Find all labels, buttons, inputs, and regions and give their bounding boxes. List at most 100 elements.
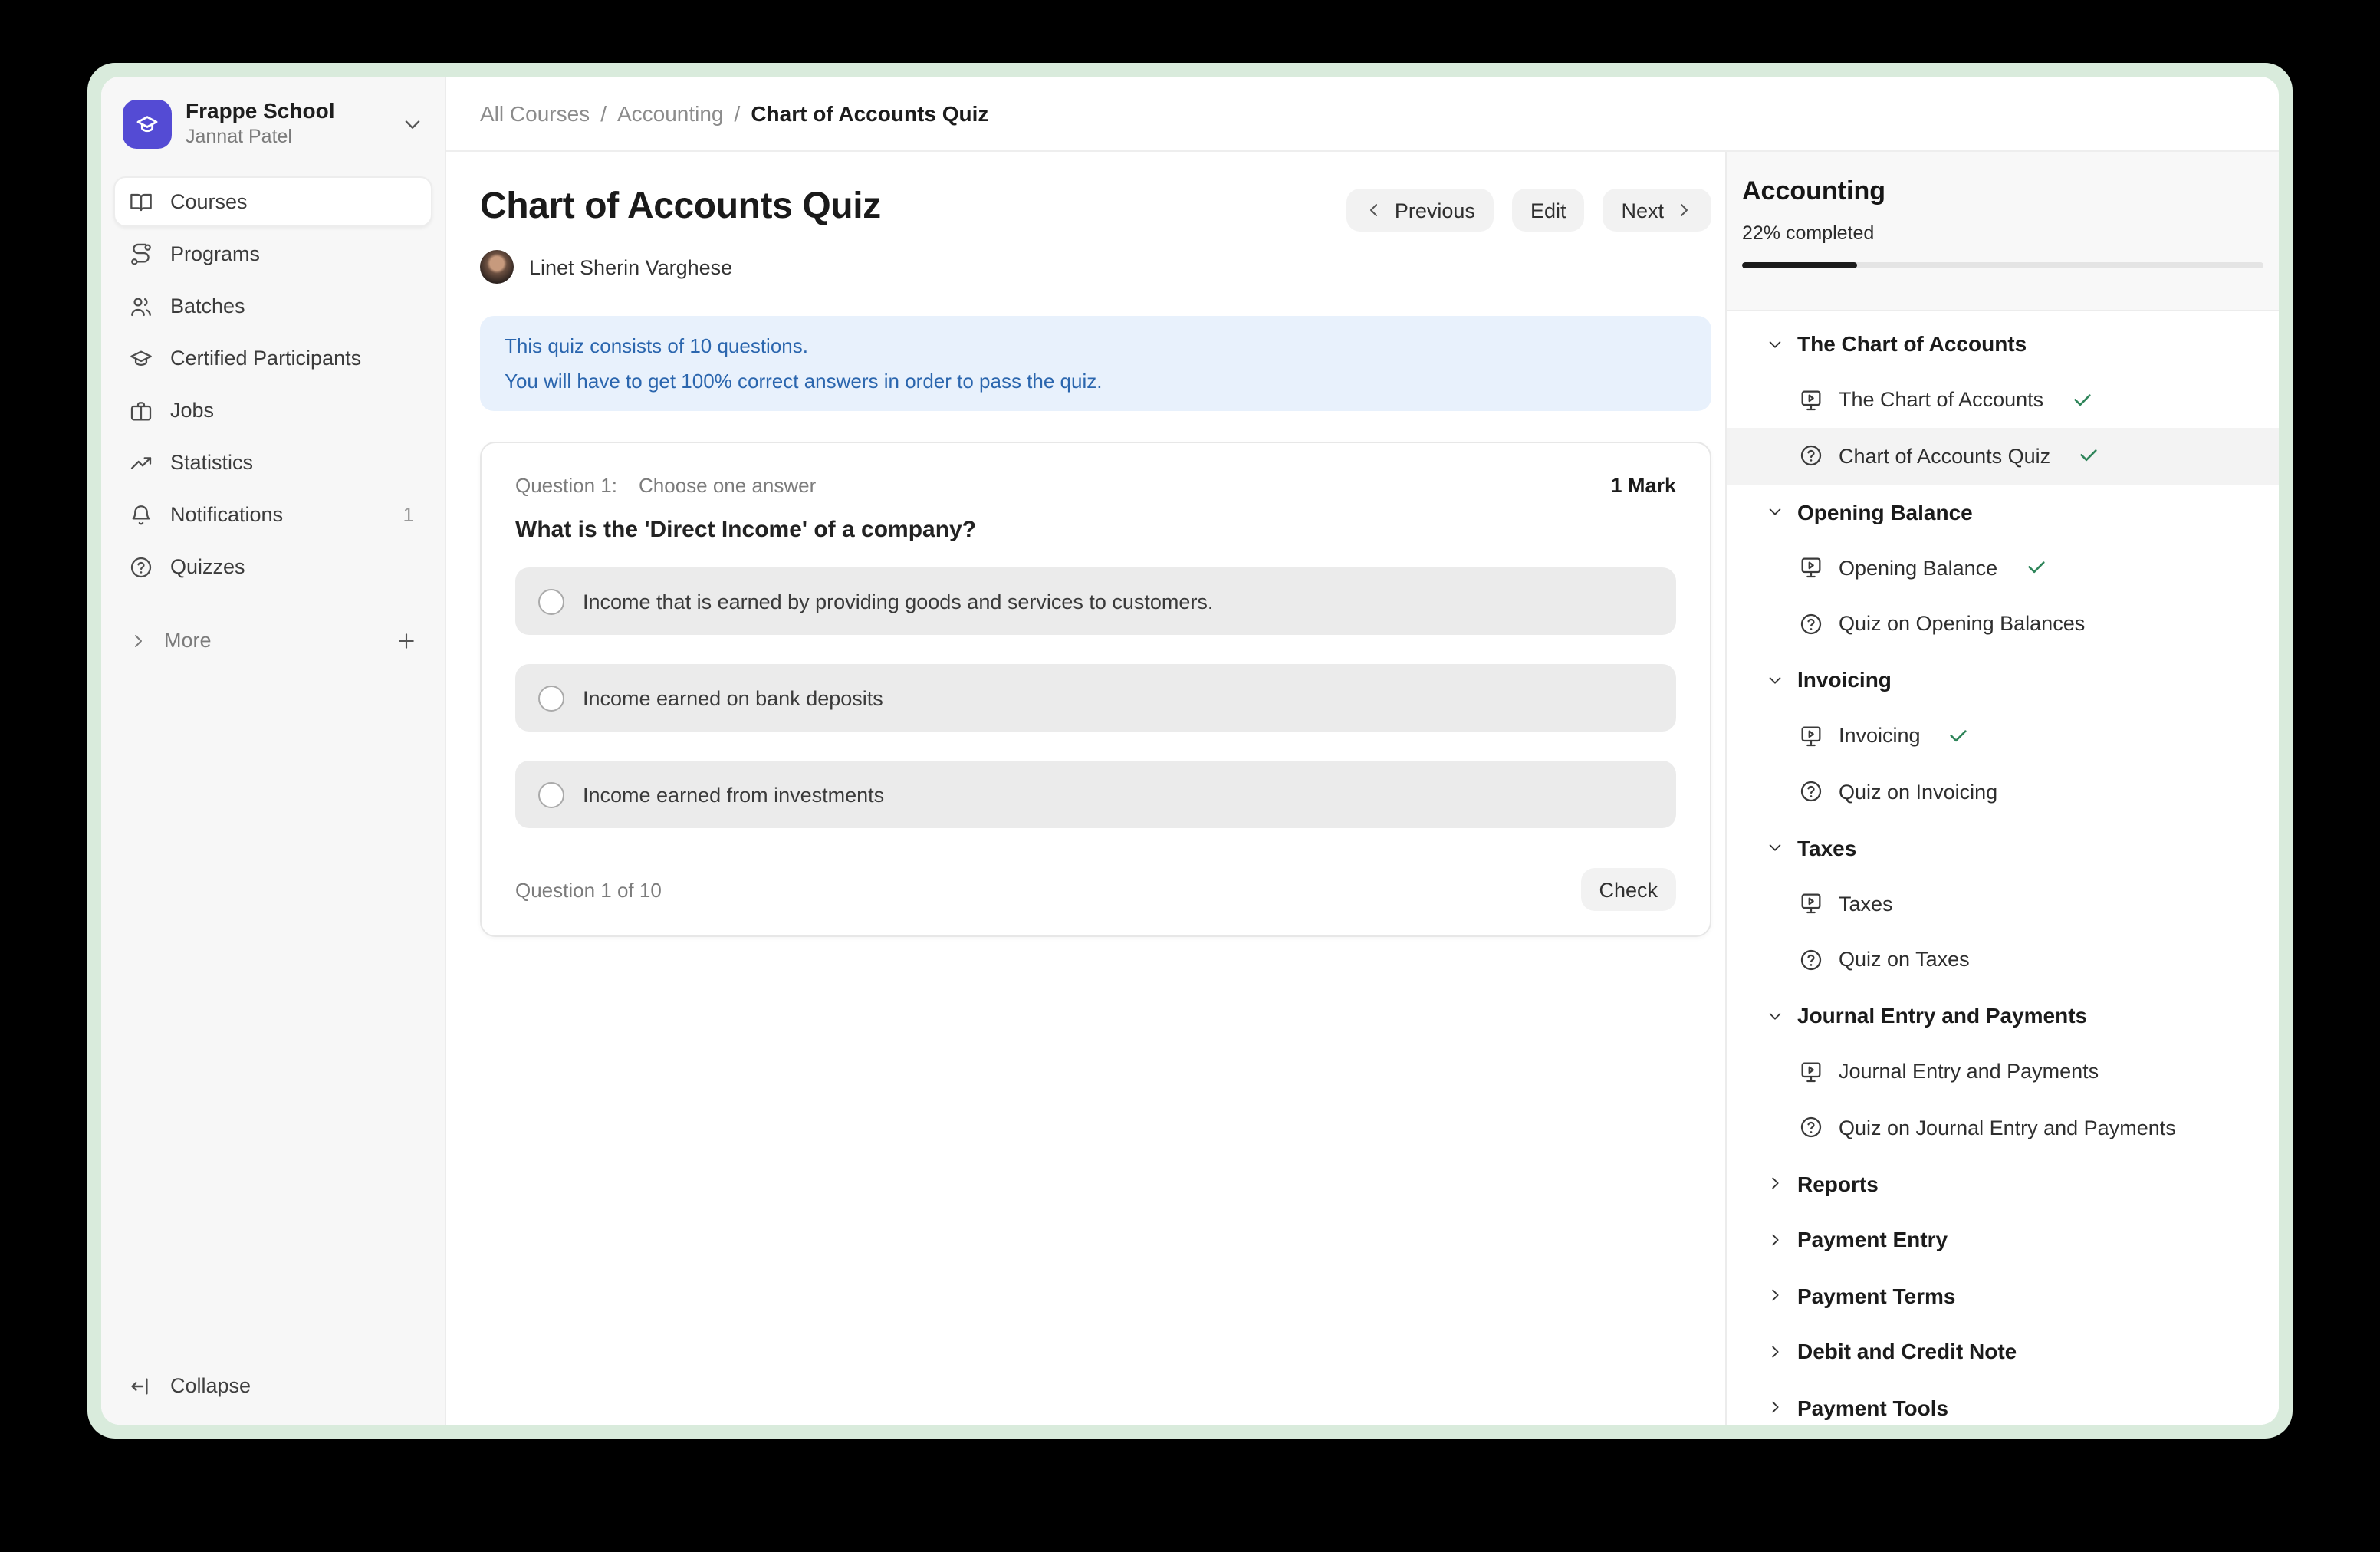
outline-section-opening-balance[interactable]: Opening Balance: [1727, 484, 2279, 540]
lesson-label: Opening Balance: [1839, 557, 1997, 580]
option-label: Income that is earned by providing goods…: [583, 590, 1213, 613]
collapse-label: Collapse: [170, 1374, 251, 1397]
sidebar-item-notifications[interactable]: Notifications 1: [113, 489, 432, 540]
sidebar-item-batches[interactable]: Batches: [113, 281, 432, 331]
workspace-user: Jannat Patel: [186, 124, 388, 149]
section-label: Payment Terms: [1797, 1284, 1955, 1308]
answer-option-3[interactable]: Income earned from investments: [515, 761, 1676, 828]
section-label: Taxes: [1797, 836, 1856, 860]
check-icon: [2078, 446, 2099, 467]
quiz-label: Chart of Accounts Quiz: [1839, 445, 2050, 468]
sidebar-item-quizzes[interactable]: Quizzes: [113, 541, 432, 592]
option-label: Income earned from investments: [583, 783, 884, 806]
page-actions: Previous Edit Next: [1347, 189, 1711, 232]
outline-section-journal-entry-and-payments[interactable]: Journal Entry and Payments: [1727, 988, 2279, 1044]
lesson-icon: [1799, 388, 1823, 413]
left-sidebar: Frappe School Jannat Patel Courses Progr…: [101, 77, 446, 1425]
sidebar-item-label: Jobs: [170, 399, 214, 422]
progress-bar: [1742, 262, 2263, 268]
section-label: Journal Entry and Payments: [1797, 1004, 2087, 1028]
quiz-label: Quiz on Opening Balances: [1839, 613, 2085, 636]
sidebar-item-label: Programs: [170, 242, 260, 265]
section-label: Payment Tools: [1797, 1396, 1948, 1420]
workspace-text: Frappe School Jannat Patel: [186, 98, 388, 149]
sidebar-more-toggle[interactable]: More: [113, 615, 432, 666]
chevron-down-icon: [1767, 672, 1783, 689]
outline-section-reports[interactable]: Reports: [1727, 1156, 2279, 1212]
breadcrumb: All Courses / Accounting / Chart of Acco…: [480, 101, 988, 126]
sidebar-item-statistics[interactable]: Statistics: [113, 437, 432, 488]
question-instruction: Choose one answer: [639, 474, 816, 497]
outline-lesson-invoicing[interactable]: Invoicing: [1727, 708, 2279, 764]
sidebar-collapse-button[interactable]: Collapse: [113, 1360, 432, 1411]
check-button[interactable]: Check: [1580, 868, 1676, 911]
previous-label: Previous: [1395, 199, 1475, 222]
outline-section-payment-terms[interactable]: Payment Terms: [1727, 1268, 2279, 1323]
banner-line-1: This quiz consists of 10 questions.: [505, 328, 1687, 363]
chevron-down-icon: [1767, 336, 1783, 353]
course-title: Accounting: [1742, 178, 2263, 206]
radio-button[interactable]: [538, 588, 564, 614]
route-icon: [129, 242, 153, 266]
quiz-icon: [1799, 780, 1823, 804]
previous-button[interactable]: Previous: [1347, 189, 1494, 232]
sidebar-item-courses[interactable]: Courses: [113, 176, 432, 227]
chevron-right-icon: [1675, 201, 1693, 219]
briefcase-icon: [129, 398, 153, 423]
plus-icon[interactable]: [396, 630, 417, 651]
outline-section-taxes[interactable]: Taxes: [1727, 820, 2279, 876]
chevron-down-icon: [1767, 840, 1783, 857]
question-footer: Question 1 of 10 Check: [515, 868, 1676, 911]
breadcrumb-accounting[interactable]: Accounting: [617, 101, 724, 126]
quiz-icon: [1799, 444, 1823, 469]
trending-up-icon: [129, 450, 153, 475]
frappe-school-logo: [123, 99, 172, 148]
outline-list: The Chart of Accounts The Chart of Accou…: [1727, 311, 2279, 1425]
question-number-label: Question 1:: [515, 474, 617, 497]
outline-lesson-journal-entry-and-payments[interactable]: Journal Entry and Payments: [1727, 1044, 2279, 1100]
next-button[interactable]: Next: [1603, 189, 1711, 232]
outline-section-chart-of-accounts[interactable]: The Chart of Accounts: [1727, 316, 2279, 372]
help-circle-icon: [129, 554, 153, 579]
outline-section-invoicing[interactable]: Invoicing: [1727, 652, 2279, 708]
lesson-label: Journal Entry and Payments: [1839, 1060, 2099, 1083]
answer-option-2[interactable]: Income earned on bank deposits: [515, 664, 1676, 732]
question-marks: 1 Mark: [1610, 474, 1676, 497]
outline-quiz-invoicing[interactable]: Quiz on Invoicing: [1727, 764, 2279, 820]
question-card: Question 1: Choose one answer 1 Mark Wha…: [480, 442, 1711, 937]
outline-quiz-taxes[interactable]: Quiz on Taxes: [1727, 932, 2279, 988]
more-label: More: [164, 629, 212, 652]
lesson-icon: [1799, 556, 1823, 580]
sidebar-item-label: Quizzes: [170, 555, 245, 578]
radio-button[interactable]: [538, 781, 564, 807]
quiz-label: Quiz on Taxes: [1839, 949, 1970, 972]
graduation-cap-logo-icon: [135, 111, 159, 136]
outline-lesson-taxes[interactable]: Taxes: [1727, 876, 2279, 932]
quiz-label: Quiz on Journal Entry and Payments: [1839, 1116, 2176, 1139]
radio-button[interactable]: [538, 685, 564, 711]
outline-section-debit-and-credit-note[interactable]: Debit and Credit Note: [1727, 1323, 2279, 1379]
outline-quiz-chart-of-accounts-quiz[interactable]: Chart of Accounts Quiz: [1727, 428, 2279, 484]
sidebar-item-programs[interactable]: Programs: [113, 229, 432, 279]
edit-button[interactable]: Edit: [1512, 189, 1585, 232]
outline-section-payment-entry[interactable]: Payment Entry: [1727, 1212, 2279, 1268]
outline-lesson-chart-of-accounts[interactable]: The Chart of Accounts: [1727, 372, 2279, 428]
chevron-right-icon: [129, 631, 147, 649]
outline-quiz-opening-balances[interactable]: Quiz on Opening Balances: [1727, 596, 2279, 652]
bell-icon: [129, 502, 153, 527]
sidebar-item-jobs[interactable]: Jobs: [113, 385, 432, 436]
answer-option-1[interactable]: Income that is earned by providing goods…: [515, 567, 1676, 635]
section-label: Invoicing: [1797, 668, 1892, 692]
workspace-switcher[interactable]: Frappe School Jannat Patel: [113, 98, 432, 149]
top-bar: All Courses / Accounting / Chart of Acco…: [446, 77, 2279, 152]
app-window: Frappe School Jannat Patel Courses Progr…: [101, 77, 2279, 1425]
outline-section-payment-tools[interactable]: Payment Tools: [1727, 1379, 2279, 1425]
outline-quiz-journal-entry-and-payments[interactable]: Quiz on Journal Entry and Payments: [1727, 1100, 2279, 1156]
notification-count-badge: 1: [403, 503, 417, 526]
sidebar-spacer: [113, 667, 432, 1360]
breadcrumb-all-courses[interactable]: All Courses: [480, 101, 590, 126]
quiz-icon: [1799, 612, 1823, 636]
sidebar-item-certified-participants[interactable]: Certified Participants: [113, 333, 432, 383]
chevron-left-icon: [1366, 201, 1384, 219]
outline-lesson-opening-balance[interactable]: Opening Balance: [1727, 540, 2279, 596]
